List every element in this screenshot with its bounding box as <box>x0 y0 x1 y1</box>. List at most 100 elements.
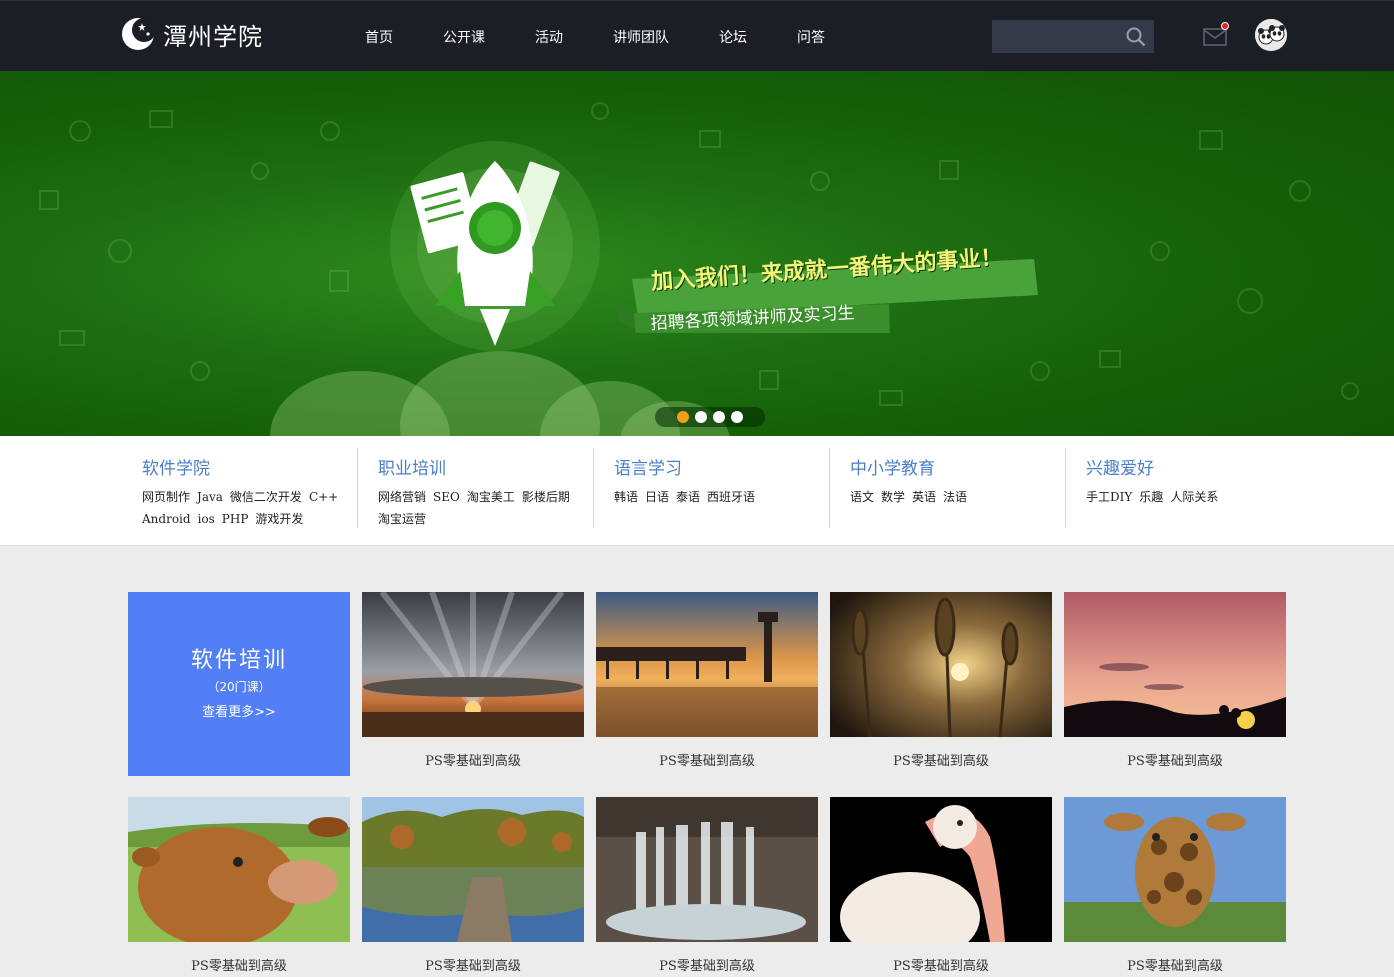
logo-text: 潭州学院 <box>163 22 263 51</box>
category-link[interactable]: 网络营销 <box>378 490 426 504</box>
waterfall-image <box>596 797 818 942</box>
logo[interactable]: 潭州学院 <box>121 16 263 52</box>
carousel-dot-4[interactable] <box>731 411 743 423</box>
course-card[interactable]: PS零基础到高级 <box>830 797 1052 977</box>
hero-banner[interactable]: 加入我们！来成就一番伟大的事业！ 招聘各项领域讲师及实习生 <box>0 71 1394 436</box>
course-thumbnail <box>830 797 1052 942</box>
pier-sunset-image <box>596 592 818 737</box>
panda-avatar-icon <box>1255 19 1287 51</box>
banner-pattern <box>39 102 1359 406</box>
feature-title: 软件培训 <box>190 648 287 673</box>
category-links: 网页制作 Java 微信二次开发 C++ Android ios PHP 游戏开发 <box>142 486 352 530</box>
nav-qa[interactable]: 问答 <box>772 27 850 47</box>
pink-sky-silhouette-image <box>1064 592 1286 737</box>
course-card[interactable]: PS零基础到高级 <box>362 797 584 977</box>
feature-more-link[interactable]: 查看更多>> <box>128 701 350 720</box>
category-link[interactable]: 法语 <box>943 490 967 504</box>
category-link[interactable]: 西班牙语 <box>707 490 755 504</box>
course-card[interactable]: PS零基础到高级 <box>1064 797 1286 977</box>
course-title: PS零基础到高级 <box>425 959 521 974</box>
course-title: PS零基础到高级 <box>191 959 287 974</box>
avatar[interactable] <box>1255 19 1287 51</box>
course-thumbnail <box>1064 797 1286 942</box>
course-thumbnail <box>830 592 1052 737</box>
course-title: PS零基础到高级 <box>659 959 755 974</box>
nav-events[interactable]: 活动 <box>510 27 588 47</box>
category-software: 软件学院 网页制作 Java 微信二次开发 C++ Android ios PHP 游戏开发 <box>122 448 358 528</box>
nav-lecturers[interactable]: 讲师团队 <box>588 27 694 47</box>
category-links: 网络营销 SEO 淘宝美工 影楼后期 淘宝运营 <box>378 486 588 530</box>
category-link[interactable]: 人际关系 <box>1170 490 1218 504</box>
carousel-dot-1[interactable] <box>677 411 689 423</box>
pelican-image <box>830 797 1052 942</box>
course-title: PS零基础到高级 <box>1127 754 1223 769</box>
course-title: PS零基础到高级 <box>659 754 755 769</box>
course-card[interactable]: PS零基础到高级 <box>362 592 584 772</box>
category-link[interactable]: SEO <box>433 490 460 504</box>
carousel-dot-3[interactable] <box>713 411 725 423</box>
course-thumbnail <box>596 592 818 737</box>
course-title: PS零基础到高级 <box>1127 959 1223 974</box>
sunset-clouds-image <box>362 592 584 737</box>
carousel-dot-2[interactable] <box>695 411 707 423</box>
category-title[interactable]: 兴趣爱好 <box>1086 454 1154 479</box>
course-thumbnail <box>362 592 584 737</box>
nav-open-courses[interactable]: 公开课 <box>418 27 510 47</box>
course-card[interactable]: PS零基础到高级 <box>830 592 1052 772</box>
category-link[interactable]: 数学 <box>881 490 905 504</box>
category-links: 韩语 日语 泰语 西班牙语 <box>614 486 824 508</box>
category-link[interactable]: C++ <box>309 490 338 504</box>
course-title: PS零基础到高级 <box>893 754 989 769</box>
category-title[interactable]: 语言学习 <box>614 454 682 479</box>
nav-forum[interactable]: 论坛 <box>694 27 772 47</box>
giraffe-image <box>1064 797 1286 942</box>
feature-tile-software-training[interactable]: 软件培训 （20门课） 查看更多>> <box>128 592 350 776</box>
category-link[interactable]: 英语 <box>912 490 936 504</box>
nav-home[interactable]: 首页 <box>340 27 418 47</box>
feature-course-count: （20门课） <box>207 680 271 694</box>
course-thumbnail <box>128 797 350 942</box>
search-icon[interactable] <box>1126 27 1146 47</box>
category-link[interactable]: 影楼后期 <box>522 490 570 504</box>
category-title[interactable]: 软件学院 <box>142 454 210 479</box>
category-title[interactable]: 职业培训 <box>378 454 446 479</box>
category-link[interactable]: Android <box>142 512 191 526</box>
moon-logo-icon <box>122 18 155 50</box>
search-box <box>992 20 1154 53</box>
category-link[interactable]: 语文 <box>850 490 874 504</box>
category-hobby: 兴趣爱好 手工DIY 乐趣 人际关系 <box>1065 448 1301 528</box>
course-card[interactable]: PS零基础到高级 <box>596 592 818 772</box>
category-language: 语言学习 韩语 日语 泰语 西班牙语 <box>593 448 829 528</box>
category-link[interactable]: ios <box>198 512 215 526</box>
category-link[interactable]: 淘宝美工 <box>467 490 515 504</box>
course-title: PS零基础到高级 <box>425 754 521 769</box>
search-input[interactable] <box>992 20 1122 53</box>
category-link[interactable]: 泰语 <box>676 490 700 504</box>
category-links: 语文 数学 英语 法语 <box>850 486 1060 508</box>
course-thumbnail <box>596 797 818 942</box>
category-link[interactable]: 网页制作 <box>142 490 190 504</box>
category-link[interactable]: 韩语 <box>614 490 638 504</box>
category-link[interactable]: PHP <box>222 512 249 526</box>
category-link[interactable]: 游戏开发 <box>255 512 303 526</box>
carousel-dots <box>655 407 765 427</box>
category-strip: 软件学院 网页制作 Java 微信二次开发 C++ Android ios PHP 游戏开发… <box>0 436 1394 546</box>
category-link[interactable]: Java <box>197 490 223 504</box>
notification-badge <box>1221 22 1229 30</box>
grass-sunset-image <box>830 592 1052 737</box>
course-card[interactable]: PS零基础到高级 <box>596 797 818 977</box>
course-card[interactable]: PS零基础到高级 <box>128 797 350 977</box>
category-link[interactable]: 淘宝运营 <box>378 512 426 526</box>
category-title[interactable]: 中小学教育 <box>850 454 935 479</box>
course-card[interactable]: PS零基础到高级 <box>1064 592 1286 772</box>
category-link[interactable]: 微信二次开发 <box>230 490 302 504</box>
category-link[interactable]: 日语 <box>645 490 669 504</box>
category-links: 手工DIY 乐趣 人际关系 <box>1086 486 1296 508</box>
course-thumbnail <box>362 797 584 942</box>
main-nav: 首页 公开课 活动 讲师团队 论坛 问答 <box>340 1 850 72</box>
course-title: PS零基础到高级 <box>893 959 989 974</box>
category-link[interactable]: 手工DIY <box>1086 490 1132 504</box>
category-link[interactable]: 乐趣 <box>1139 490 1163 504</box>
category-career: 职业培训 网络营销 SEO 淘宝美工 影楼后期 淘宝运营 <box>357 448 593 528</box>
lake-forest-image <box>362 797 584 942</box>
